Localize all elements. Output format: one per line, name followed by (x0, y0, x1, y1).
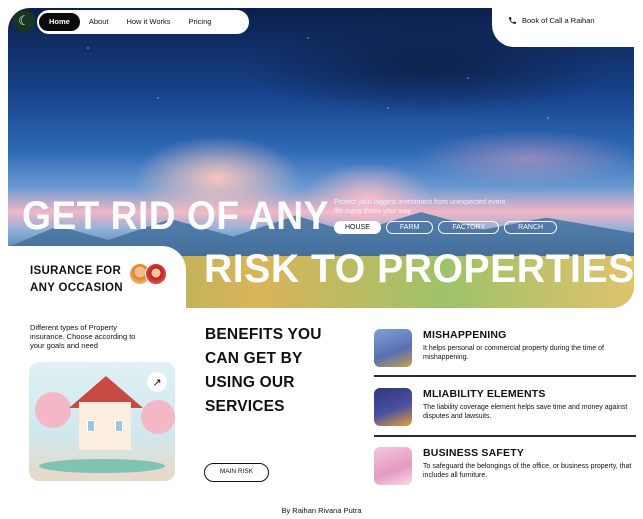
nav-item-how-it-works[interactable]: How it Works (117, 13, 179, 31)
nav-item-pricing[interactable]: Pricing (180, 13, 221, 31)
house-window (87, 420, 95, 432)
top-nav: Home About How it Works Pricing (37, 10, 249, 34)
tree-illustration (35, 392, 71, 428)
hero-headline-line2: RISK TO PROPERTIES (204, 247, 635, 291)
divider (374, 375, 636, 377)
filter-ranch[interactable]: RANCH (504, 221, 558, 234)
liability-thumbnail (374, 388, 412, 426)
nav-item-about[interactable]: About (80, 13, 118, 31)
house-window (115, 420, 123, 432)
divider (374, 435, 636, 437)
crescent-moon-icon[interactable]: ☾ (13, 10, 35, 32)
service-description: The liability coverage element helps sav… (423, 404, 628, 420)
filter-farm[interactable]: FARM (385, 221, 434, 234)
main-risk-button[interactable]: MAIN RISK (204, 463, 269, 482)
service-title: MLIABILITY ELEMENTS (423, 388, 546, 400)
service-title: MISHAPPENING (423, 329, 507, 341)
avatar-group (129, 263, 167, 285)
tree-illustration (141, 400, 175, 434)
arrow-up-right-icon[interactable]: ↗ (147, 372, 167, 392)
mishappening-thumbnail (374, 329, 412, 367)
book-call-label: Book of Call a Raihan (522, 16, 595, 25)
hero-tagline: Protect your biggest investment from une… (334, 199, 506, 215)
service-description: To safeguard the belongings of the offic… (423, 463, 632, 479)
insurance-description: Different types of Property insurance. C… (30, 323, 136, 350)
lawn (39, 459, 165, 473)
book-call-link[interactable]: Book of Call a Raihan (508, 16, 595, 25)
phone-icon (509, 17, 516, 24)
footer-credit: By Raihan Rivana Putra (281, 506, 362, 515)
business-safety-thumbnail (374, 447, 412, 485)
hero-headline-line1: GET RID OF ANY (22, 194, 329, 238)
service-title: BUSINESS SAFETY (423, 447, 525, 459)
filter-house[interactable]: HOUSE (334, 221, 381, 234)
filter-factory[interactable]: FACTORY (438, 221, 500, 234)
benefits-heading: BENEFITS YOU CAN GET BY USING OUR SERVIC… (205, 326, 322, 415)
avatar (145, 263, 167, 285)
property-filter-group: HOUSE FARM FACTORY RANCH (334, 221, 558, 234)
insurance-title: ISURANCE FOR ANY OCCASION (30, 265, 123, 294)
service-description: It helps personal or commercial property… (423, 345, 604, 361)
nav-item-home[interactable]: Home (39, 13, 80, 31)
